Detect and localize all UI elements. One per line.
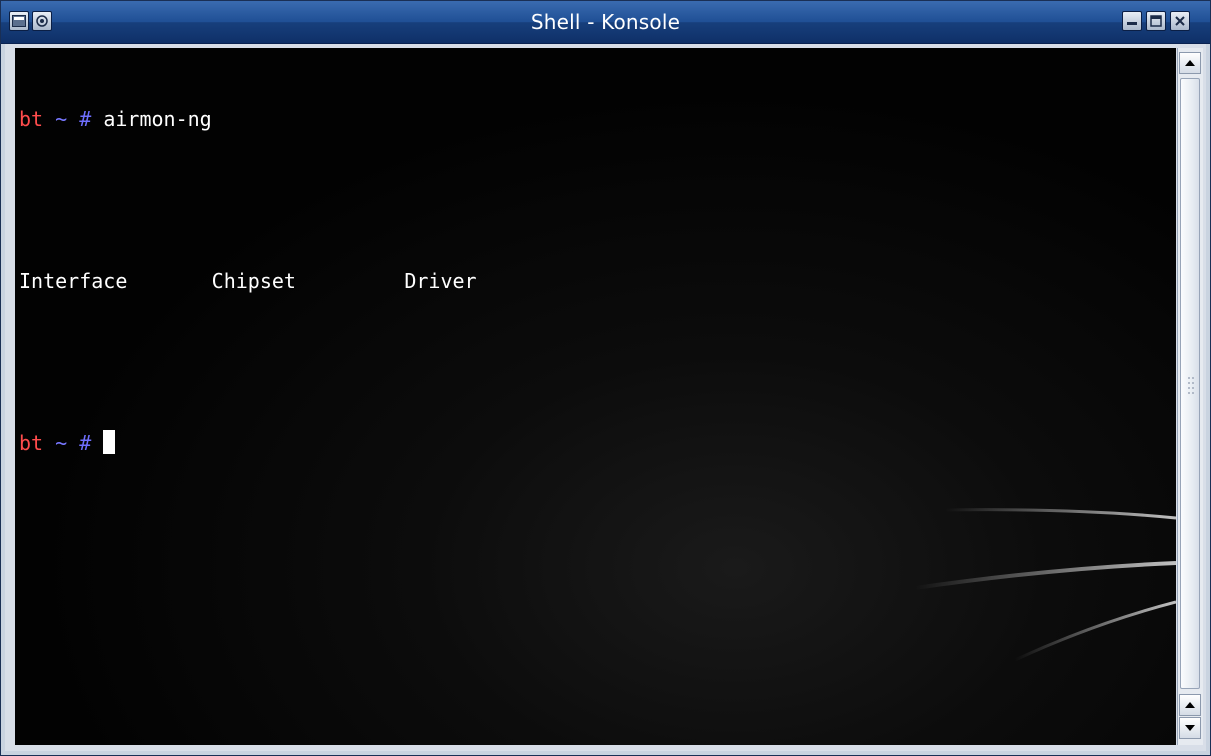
header-driver: Driver	[404, 269, 477, 293]
text-cursor	[103, 430, 116, 454]
header-interface: Interface	[19, 269, 128, 293]
prompt-hash: #	[79, 107, 92, 131]
arrow-up-icon	[1185, 702, 1195, 708]
scroll-up-button-lower[interactable]	[1179, 694, 1201, 716]
minimize-icon[interactable]	[1122, 11, 1142, 31]
arrow-up-icon	[1185, 60, 1195, 66]
prompt-host: bt	[19, 431, 44, 455]
prompt-line: bt ~ #	[19, 430, 477, 457]
prompt-hash: #	[79, 431, 92, 455]
maximize-icon[interactable]	[1146, 11, 1166, 31]
konsole-window: Shell - Konsole bt ~ # airmon-ng Interfa…	[0, 0, 1211, 756]
close-icon[interactable]	[1170, 11, 1190, 31]
command-line: bt ~ # airmon-ng	[19, 106, 477, 133]
vertical-scrollbar[interactable]	[1177, 48, 1203, 745]
prompt-host: bt	[19, 107, 44, 131]
scrollbar-thumb[interactable]	[1180, 78, 1200, 689]
prompt-tilde: ~	[55, 107, 68, 131]
terminal-output: bt ~ # airmon-ng Interface Chipset Drive…	[19, 52, 477, 511]
window-title: Shell - Konsole	[530, 10, 681, 34]
terminal-area[interactable]: bt ~ # airmon-ng Interface Chipset Drive…	[15, 48, 1176, 745]
grip-dots-icon	[1188, 377, 1194, 394]
header-chipset: Chipset	[211, 269, 296, 293]
command-text: airmon-ng	[103, 107, 212, 131]
scroll-up-button[interactable]	[1179, 52, 1201, 74]
title-bar[interactable]: Shell - Konsole	[1, 1, 1210, 44]
scroll-down-button[interactable]	[1179, 717, 1201, 739]
prompt-tilde: ~	[55, 431, 68, 455]
output-header-line: Interface Chipset Driver	[19, 268, 477, 295]
arrow-down-icon	[1185, 725, 1195, 731]
